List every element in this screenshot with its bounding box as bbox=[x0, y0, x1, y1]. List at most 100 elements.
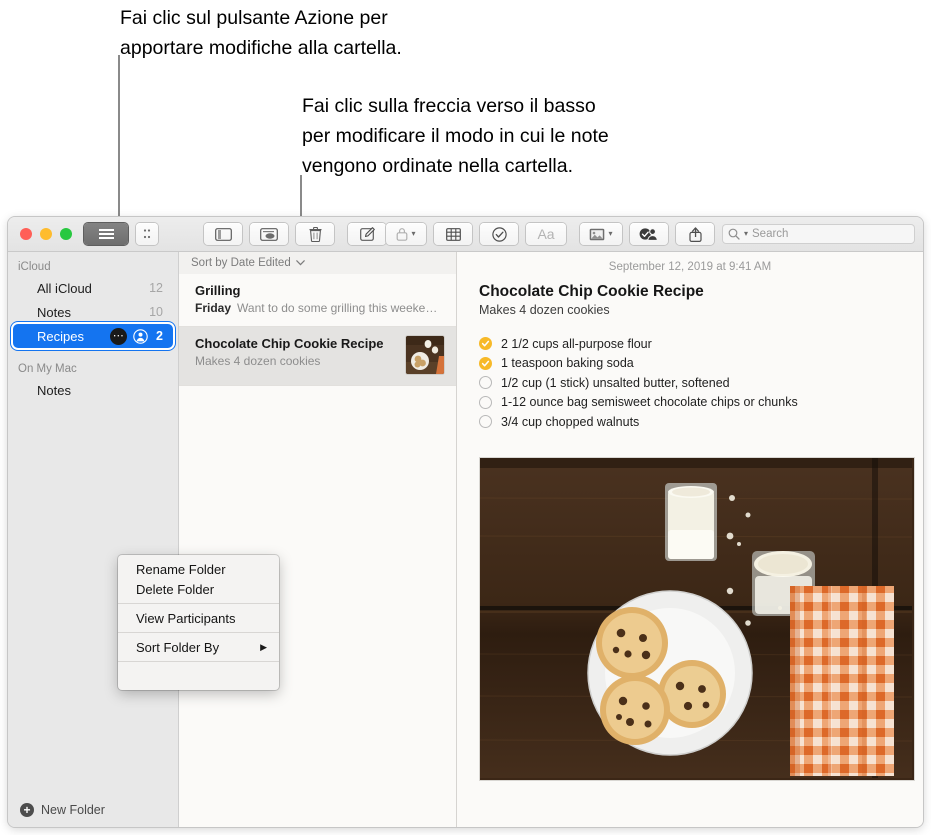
checklist-item[interactable]: 1 teaspoon baking soda bbox=[479, 354, 901, 374]
checklist-item-label: 1/2 cup (1 stick) unsalted butter, softe… bbox=[501, 376, 730, 390]
format-button[interactable]: Aa bbox=[526, 223, 566, 245]
note-photo[interactable] bbox=[479, 457, 915, 781]
note-day: Friday bbox=[195, 301, 231, 315]
checkbox-checked-icon[interactable] bbox=[479, 357, 492, 370]
note-subheading: Makes 4 dozen cookies bbox=[479, 303, 901, 317]
sidebar-item-label: Notes bbox=[37, 383, 163, 398]
compose-note-icon bbox=[360, 227, 375, 241]
menu-item-label: Sort Folder By bbox=[136, 640, 219, 655]
sidebar-item-all-icloud[interactable]: All iCloud 12 bbox=[13, 276, 173, 300]
new-folder-label: New Folder bbox=[41, 803, 105, 817]
menu-item-delete-folder[interactable]: Delete Folder bbox=[118, 579, 279, 599]
note-detail: September 12, 2019 at 9:41 AM Chocolate … bbox=[457, 252, 923, 827]
sidebar-item-label: Recipes bbox=[37, 329, 110, 344]
minimize-window-button[interactable] bbox=[40, 228, 52, 240]
share-button[interactable] bbox=[676, 223, 714, 245]
sidebar-item-label: All iCloud bbox=[37, 281, 149, 296]
menu-separator bbox=[118, 661, 279, 662]
folder-context-menu: Rename Folder Delete Folder View Partici… bbox=[118, 555, 279, 690]
search-placeholder: Search bbox=[752, 228, 788, 240]
chevron-down-icon: ▾ bbox=[411, 230, 415, 238]
window-content: iCloud All iCloud 12 Notes 10 Recipes ⋯ bbox=[8, 252, 923, 827]
new-folder-button[interactable]: + New Folder bbox=[8, 793, 178, 827]
notes-list: Sort by Date Edited Grilling Friday Want … bbox=[179, 252, 457, 827]
sidebar-section-header-icloud: iCloud bbox=[8, 258, 178, 276]
close-window-button[interactable] bbox=[20, 228, 32, 240]
checkbox-unchecked-icon[interactable] bbox=[479, 376, 492, 389]
menu-item-sort-folder-by[interactable]: Sort Folder By ▶ bbox=[118, 637, 279, 657]
submenu-arrow-icon: ▶ bbox=[260, 642, 267, 653]
grid-view-button[interactable] bbox=[136, 223, 158, 245]
menu-item-rename-folder[interactable]: Rename Folder bbox=[118, 559, 279, 579]
note-preview: Want to do some grilling this weeke… bbox=[237, 301, 437, 315]
menu-item-view-participants[interactable]: View Participants bbox=[118, 608, 279, 628]
media-button[interactable]: ▾ bbox=[580, 223, 622, 245]
chevron-down-icon[interactable] bbox=[296, 260, 305, 266]
search-icon bbox=[728, 228, 740, 240]
plus-icon: + bbox=[20, 803, 34, 817]
folder-action-button[interactable]: ⋯ bbox=[110, 328, 127, 345]
checklist-item[interactable]: 1-12 ounce bag semisweet chocolate chips… bbox=[479, 393, 901, 413]
sidebar-toggle-button[interactable] bbox=[204, 223, 242, 245]
sidebar-item-recipes[interactable]: Recipes ⋯ 2 bbox=[13, 324, 173, 348]
checklist-button[interactable] bbox=[480, 223, 518, 245]
menu-separator bbox=[118, 603, 279, 604]
add-people-button[interactable] bbox=[630, 223, 668, 245]
lock-note-button[interactable]: ▾ bbox=[386, 223, 426, 245]
chevron-down-icon: ▾ bbox=[744, 230, 748, 238]
search-field[interactable]: ▾ Search bbox=[722, 224, 915, 244]
checkbox-unchecked-icon[interactable] bbox=[479, 396, 492, 409]
checkbox-unchecked-icon[interactable] bbox=[479, 415, 492, 428]
zoom-window-button[interactable] bbox=[60, 228, 72, 240]
checklist-item[interactable]: 2 1/2 cups all-purpose flour bbox=[479, 334, 901, 354]
note-heading: Chocolate Chip Cookie Recipe bbox=[479, 283, 901, 301]
note-title: Grilling bbox=[195, 283, 444, 298]
sort-label: Sort by Date Edited bbox=[191, 257, 291, 269]
checklist-icon bbox=[492, 227, 507, 242]
menu-item-label: View Participants bbox=[136, 611, 235, 626]
checklist-item[interactable]: 3/4 cup chopped walnuts bbox=[479, 412, 901, 432]
sidebar-item-count: 10 bbox=[149, 305, 163, 319]
checkbox-checked-icon[interactable] bbox=[479, 337, 492, 350]
sidebar-toggle-icon bbox=[215, 228, 232, 241]
list-item[interactable]: Grilling Friday Want to do some grilling … bbox=[179, 274, 456, 327]
note-preview: Makes 4 dozen cookies bbox=[195, 354, 320, 368]
note-summary: Chocolate Chip Cookie Recipe Makes 4 doz… bbox=[195, 336, 398, 368]
table-icon bbox=[446, 228, 461, 241]
delete-note-button[interactable] bbox=[296, 223, 334, 245]
chevron-down-icon: ▾ bbox=[608, 230, 612, 238]
sidebar-item-count: 2 bbox=[156, 329, 163, 343]
view-mode-group bbox=[84, 223, 158, 245]
sidebar: iCloud All iCloud 12 Notes 10 Recipes ⋯ bbox=[8, 252, 179, 827]
shared-folder-icon bbox=[133, 329, 148, 344]
sidebar-item-notes-icloud[interactable]: Notes 10 bbox=[13, 300, 173, 324]
sidebar-item-count: 12 bbox=[149, 281, 163, 295]
checklist-item-label: 3/4 cup chopped walnuts bbox=[501, 415, 639, 429]
menu-separator bbox=[118, 632, 279, 633]
note-view-button[interactable] bbox=[250, 223, 288, 245]
checklist-item[interactable]: 1/2 cup (1 stick) unsalted butter, softe… bbox=[479, 373, 901, 393]
note-date: September 12, 2019 at 9:41 AM bbox=[479, 261, 901, 273]
note-preview-line: Makes 4 dozen cookies bbox=[195, 354, 398, 368]
list-view-button[interactable] bbox=[84, 223, 128, 245]
trash-icon bbox=[309, 227, 322, 242]
note-title: Chocolate Chip Cookie Recipe bbox=[195, 336, 398, 351]
main-actions-group bbox=[204, 223, 334, 245]
list-item[interactable]: Chocolate Chip Cookie Recipe Makes 4 doz… bbox=[179, 327, 456, 386]
note-view-icon bbox=[260, 228, 278, 241]
sidebar-section-header-onmymac: On My Mac bbox=[8, 360, 178, 378]
list-view-icon bbox=[98, 228, 115, 241]
note-preview-line: Friday Want to do some grilling this week… bbox=[195, 301, 444, 315]
menu-item-new-folder[interactable] bbox=[118, 666, 279, 686]
checklist-item-label: 1 teaspoon baking soda bbox=[501, 356, 634, 370]
note-tools-group: ▾ Aa bbox=[386, 223, 566, 245]
sidebar-item-notes-local[interactable]: Notes bbox=[13, 378, 173, 402]
sort-control[interactable]: Sort by Date Edited bbox=[179, 252, 456, 274]
table-button[interactable] bbox=[434, 223, 472, 245]
notes-window: ▾ Aa bbox=[8, 217, 923, 827]
compose-note-button[interactable] bbox=[348, 223, 386, 245]
toolbar: ▾ Aa bbox=[8, 217, 923, 252]
checklist-item-label: 2 1/2 cups all-purpose flour bbox=[501, 337, 652, 351]
sidebar-scroll[interactable]: iCloud All iCloud 12 Notes 10 Recipes ⋯ bbox=[8, 252, 178, 793]
media-icon bbox=[589, 228, 605, 241]
